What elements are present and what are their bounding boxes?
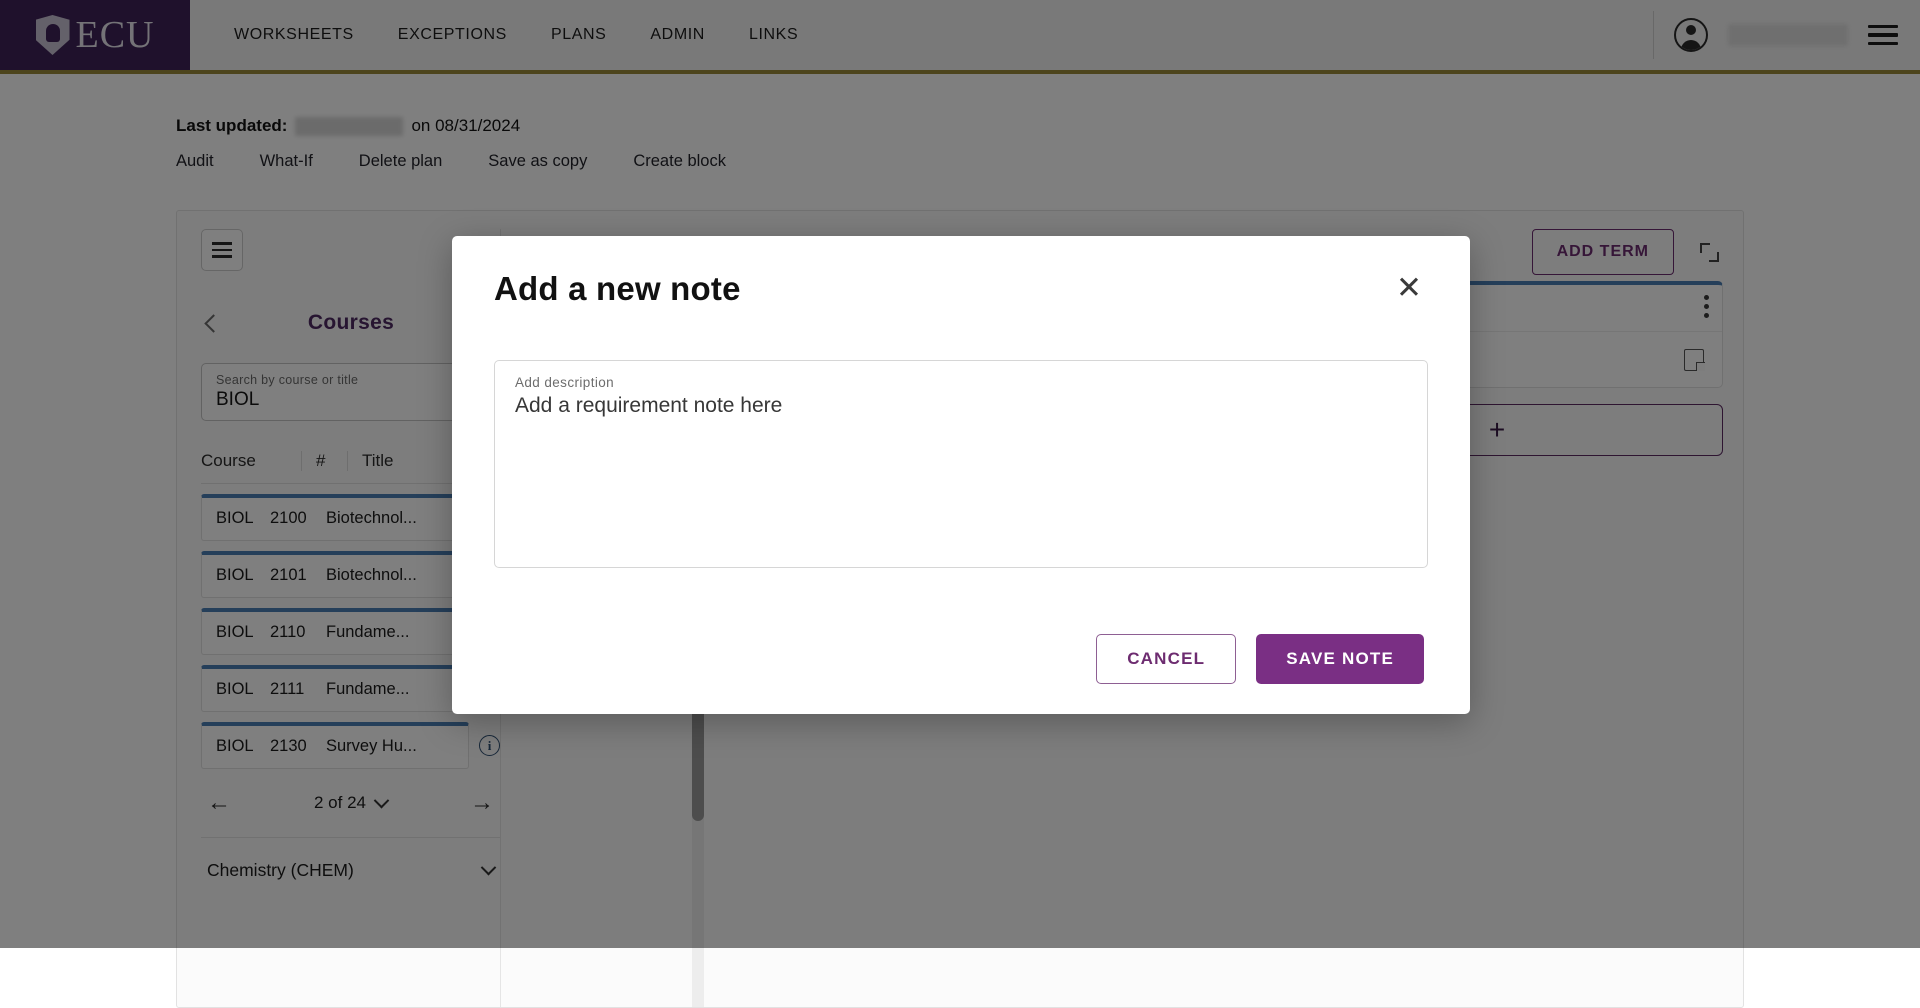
- note-description-textarea[interactable]: Add description Add a requirement note h…: [494, 360, 1428, 568]
- save-note-button[interactable]: SAVE NOTE: [1256, 634, 1424, 684]
- dialog-header: Add a new note ✕: [494, 270, 1428, 308]
- cancel-button[interactable]: CANCEL: [1096, 634, 1236, 684]
- close-x-icon[interactable]: ✕: [1390, 270, 1428, 305]
- note-description-placeholder: Add a requirement note here: [515, 394, 1407, 418]
- page-root: ECU WORKSHEETS EXCEPTIONS PLANS ADMIN LI…: [0, 0, 1920, 948]
- note-description-label: Add description: [515, 375, 1407, 390]
- add-note-dialog: Add a new note ✕ Add description Add a r…: [452, 236, 1470, 714]
- dialog-title: Add a new note: [494, 270, 741, 308]
- dialog-actions: CANCEL SAVE NOTE: [494, 634, 1428, 684]
